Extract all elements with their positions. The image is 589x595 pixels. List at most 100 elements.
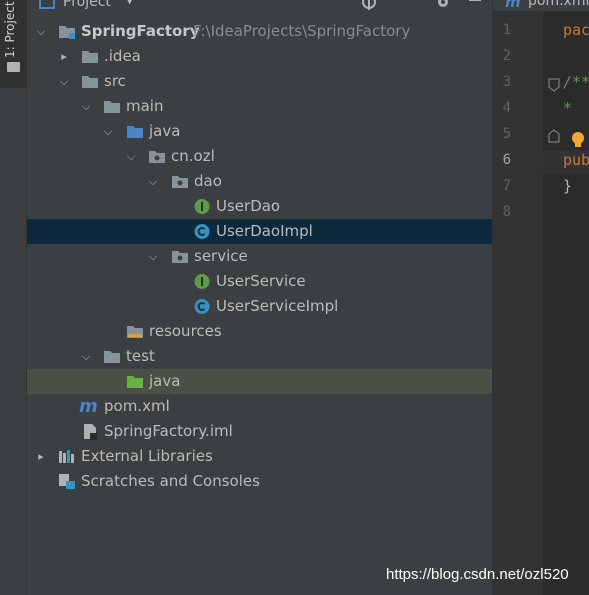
- tree-row-package-dao[interactable]: ⌵ dao: [27, 169, 492, 194]
- tree-row-user-service-impl[interactable]: UserServiceImpl: [27, 294, 492, 319]
- line-number: 7: [502, 178, 511, 194]
- fold-marker-icon[interactable]: [548, 78, 560, 92]
- root-project-name: SpringFactory: [81, 22, 200, 40]
- class-icon: [194, 299, 210, 314]
- source-folder-icon: [127, 126, 143, 138]
- test-source-folder-icon: [127, 376, 143, 388]
- tree-row-iml[interactable]: SpringFactory.iml: [27, 419, 492, 444]
- tree-row-user-dao-impl[interactable]: UserDaoImpl: [27, 219, 492, 244]
- chevron-down-icon[interactable]: ⌵: [101, 119, 115, 144]
- tree-row-package-cn-ozl[interactable]: ⌵ cn.ozl: [27, 144, 492, 169]
- folder-label: resources: [149, 322, 222, 340]
- editor-tab-bar: m pom.xml: [493, 0, 589, 11]
- libraries-icon: [59, 450, 74, 463]
- line-number: 6: [502, 152, 511, 168]
- line-number: 3: [502, 74, 511, 90]
- tree-row-test[interactable]: ⌵ test: [27, 344, 492, 369]
- tree-row-root[interactable]: ⌵ SpringFactory F:\IdeaProjects\SpringFa…: [27, 19, 492, 44]
- line-number: 8: [502, 204, 511, 220]
- package-icon: [172, 251, 188, 263]
- watermark-url: https://blog.csdn.net/ozl520: [386, 566, 569, 583]
- collapse-all-icon[interactable]: [395, 0, 411, 10]
- interface-icon: [194, 274, 210, 289]
- module-folder-icon: [59, 26, 75, 39]
- chevron-down-icon[interactable]: ⌵: [146, 244, 160, 269]
- folder-icon: [104, 101, 120, 113]
- folder-icon: [82, 51, 98, 63]
- folder-label: java: [149, 122, 181, 140]
- root-project-path: F:\IdeaProjects\SpringFactory: [193, 22, 411, 40]
- folder-icon: [7, 62, 20, 72]
- package-icon: [172, 176, 188, 188]
- lightbulb-icon[interactable]: [571, 131, 585, 149]
- tree-row-user-service[interactable]: UserService: [27, 269, 492, 294]
- chevron-down-icon[interactable]: ⌵: [79, 344, 93, 369]
- folder-label: java: [149, 372, 181, 390]
- tree-row-java-test[interactable]: java: [27, 369, 492, 394]
- folder-label: src: [104, 72, 126, 90]
- hide-panel-icon[interactable]: [467, 0, 483, 10]
- tree-row-external-libraries[interactable]: ▸ External Libraries: [27, 444, 492, 469]
- maven-icon: m: [505, 0, 521, 11]
- node-label: External Libraries: [81, 447, 213, 465]
- tree-row-package-service[interactable]: ⌵ service: [27, 244, 492, 269]
- tool-window-strip: 1: Project: [0, 0, 27, 595]
- file-label: pom.xml: [104, 397, 170, 415]
- editor-area: m pom.xml 1 2 3 4 5 6 7 8 pac /** * pub …: [492, 0, 589, 595]
- folder-icon: [104, 351, 120, 363]
- code-line[interactable]: }: [563, 177, 572, 195]
- chevron-right-icon[interactable]: ▸: [34, 444, 48, 469]
- interface-icon: [194, 199, 210, 214]
- chevron-down-icon[interactable]: ⌵: [34, 19, 48, 44]
- folder-label: .idea: [104, 47, 141, 65]
- project-panel: Project ▼ ⌵ SpringFactory F:\IdeaProject…: [27, 0, 492, 595]
- file-label: SpringFactory.iml: [104, 422, 233, 440]
- chevron-down-icon[interactable]: ⌵: [146, 169, 160, 194]
- code-line[interactable]: pac: [563, 21, 589, 39]
- scratches-icon: [59, 474, 75, 489]
- tree-row-src[interactable]: ⌵ src: [27, 69, 492, 94]
- locate-icon[interactable]: [361, 0, 377, 10]
- file-label: UserDao: [216, 197, 281, 215]
- project-tab-label: 1: Project: [3, 1, 17, 58]
- gear-icon[interactable]: [435, 0, 451, 10]
- fold-marker-icon[interactable]: [548, 129, 560, 143]
- file-label: UserService: [216, 272, 306, 290]
- tree-row-pom[interactable]: m pom.xml: [27, 394, 492, 419]
- tree-row-main[interactable]: ⌵ main: [27, 94, 492, 119]
- iml-file-icon: [84, 424, 97, 440]
- tree-row-idea[interactable]: ▸ .idea: [27, 44, 492, 69]
- folder-label: test: [126, 347, 155, 365]
- editor-tab-pom[interactable]: pom.xml: [528, 0, 589, 9]
- project-panel-header: Project ▼: [27, 0, 492, 12]
- folder-icon: [82, 76, 98, 88]
- folder-label: main: [126, 97, 164, 115]
- code-line[interactable]: pub: [563, 151, 589, 169]
- tree-row-scratches[interactable]: Scratches and Consoles: [27, 469, 492, 494]
- code-line[interactable]: /**: [563, 73, 589, 91]
- project-view-title[interactable]: Project: [63, 0, 111, 10]
- class-icon: [194, 224, 210, 239]
- resources-folder-icon: [127, 326, 143, 338]
- maven-icon: m: [79, 396, 98, 417]
- chevron-down-icon[interactable]: ▼: [125, 0, 134, 6]
- chevron-down-icon[interactable]: ⌵: [124, 144, 138, 169]
- package-label: cn.ozl: [171, 147, 215, 165]
- tree-row-java-main[interactable]: ⌵ java: [27, 119, 492, 144]
- chevron-right-icon[interactable]: ▸: [57, 44, 71, 69]
- code-line[interactable]: *: [563, 99, 572, 117]
- tree-row-resources[interactable]: resources: [27, 319, 492, 344]
- chevron-down-icon[interactable]: ⌵: [57, 69, 71, 94]
- package-label: service: [194, 247, 248, 265]
- chevron-down-icon[interactable]: ⌵: [79, 94, 93, 119]
- line-number: 5: [502, 126, 511, 142]
- line-number: 1: [502, 22, 511, 38]
- file-label: UserServiceImpl: [216, 297, 339, 315]
- package-label: dao: [194, 172, 222, 190]
- project-tool-window-tab[interactable]: 1: Project: [0, 0, 26, 88]
- project-view-icon: [39, 0, 55, 9]
- editor-gutter: [493, 11, 543, 595]
- tree-row-user-dao[interactable]: UserDao: [27, 194, 492, 219]
- line-number: 4: [502, 100, 511, 116]
- package-icon: [149, 151, 165, 163]
